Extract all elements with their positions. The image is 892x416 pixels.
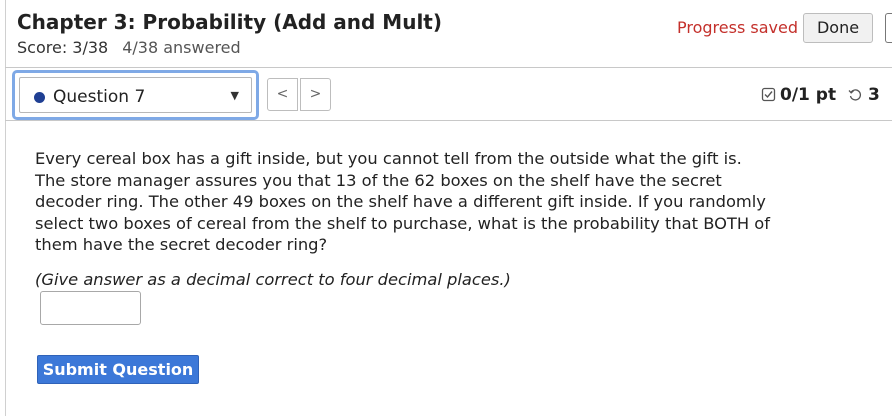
page-title: Chapter 3: Probability (Add and Mult) [17,10,442,34]
caret-down-icon: ▼ [230,89,239,102]
previous-question-button[interactable]: < [267,78,298,111]
score-text: Score: 3/38 [17,38,109,57]
done-button[interactable]: Done [803,13,873,43]
next-question-button[interactable]: > [300,78,331,111]
question-status-dot [34,92,45,103]
question-select-focus-ring: Question 7 ▼ [12,70,259,120]
overflow-button[interactable] [885,13,892,43]
attempts-indicator: 3 [848,85,880,105]
question-text: Every cereal box has a gift inside, but … [35,149,770,254]
submit-question-button[interactable]: Submit Question [37,355,199,384]
checkbox-icon [761,85,776,105]
header-divider [5,67,892,68]
retry-icon [848,85,862,105]
question-select[interactable]: Question 7 ▼ [19,77,252,113]
answer-instruction: (Give answer as a decimal correct to fou… [35,270,511,289]
attempts-count: 3 [868,85,880,105]
left-border [5,0,6,416]
question-select-label: Question 7 [53,87,146,107]
answered-count: 4/38 answered [122,38,241,57]
question-nav-divider [5,120,892,121]
answer-input[interactable] [40,291,141,325]
question-points: 0/1 pt 3 [761,85,880,105]
progress-saved-status: Progress saved [677,18,798,37]
points-value: 0/1 pt [780,85,837,105]
score-row: Score: 3/38 4/38 answered [17,38,241,57]
